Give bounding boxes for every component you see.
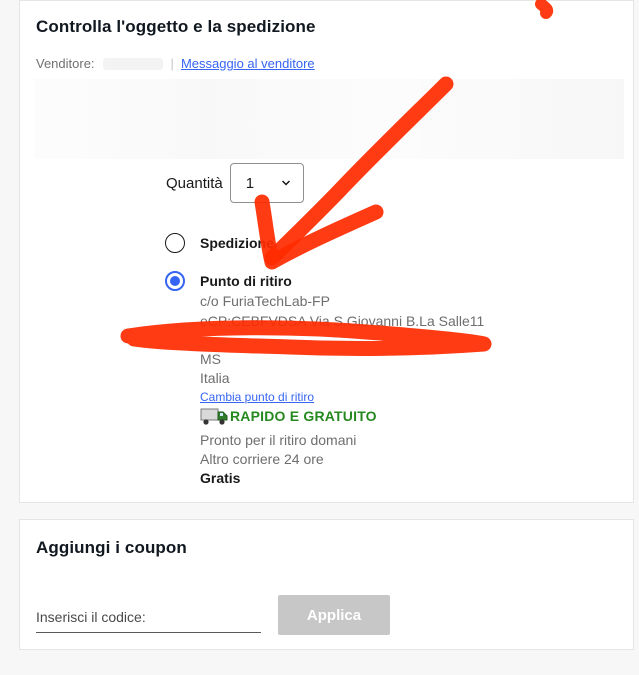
address-line: Italia xyxy=(200,370,230,386)
apply-coupon-button[interactable]: Applica xyxy=(278,595,390,635)
seller-label: Venditore: xyxy=(36,56,95,71)
change-pickup-link[interactable]: Cambia punto di ritiro xyxy=(200,390,314,404)
fast-free-label: RAPIDO E GRATUITO xyxy=(230,408,377,424)
coupon-code-input[interactable] xyxy=(36,596,261,633)
redacted-item-area xyxy=(34,79,624,159)
coupon-card: Aggiungi i coupon Applica xyxy=(19,519,634,650)
quantity-value: 1 xyxy=(245,174,255,192)
pickup-ready-text: Pronto per il ritiro domani xyxy=(200,432,357,448)
quantity-label: Quantità xyxy=(166,174,223,192)
seller-row: Venditore: | Messaggio al venditore xyxy=(36,56,315,71)
quantity-select[interactable]: 1 xyxy=(229,163,304,203)
seller-name-redacted xyxy=(102,57,163,70)
separator: | xyxy=(170,56,174,71)
pickup-radio[interactable] xyxy=(165,271,185,291)
shipping-radio[interactable] xyxy=(165,233,185,253)
address-line: c/o FuriaTechLab-FP xyxy=(200,293,330,309)
review-title: Controlla l'oggetto e la spedizione xyxy=(36,17,316,36)
review-card: Controlla l'oggetto e la spedizione Vend… xyxy=(19,0,634,503)
truck-icon xyxy=(200,408,228,425)
shipping-option-label[interactable]: Spedizione xyxy=(200,235,274,251)
quantity-row: Quantità 1 xyxy=(166,163,304,203)
address-line: eCP:CEBFVDSA Via S.Giovanni B.La Salle11 xyxy=(200,313,485,329)
coupon-title: Aggiungi i coupon xyxy=(36,538,187,557)
message-seller-link[interactable]: Messaggio al venditore xyxy=(181,56,315,71)
chevron-down-icon xyxy=(281,180,290,186)
pickup-option-label[interactable]: Punto di ritiro xyxy=(200,273,292,289)
fast-free-badge: RAPIDO E GRATUITO xyxy=(200,406,377,426)
address-line: MS xyxy=(200,351,221,367)
courier-text: Altro corriere 24 ore xyxy=(200,451,324,467)
shipping-price: Gratis xyxy=(200,470,241,486)
